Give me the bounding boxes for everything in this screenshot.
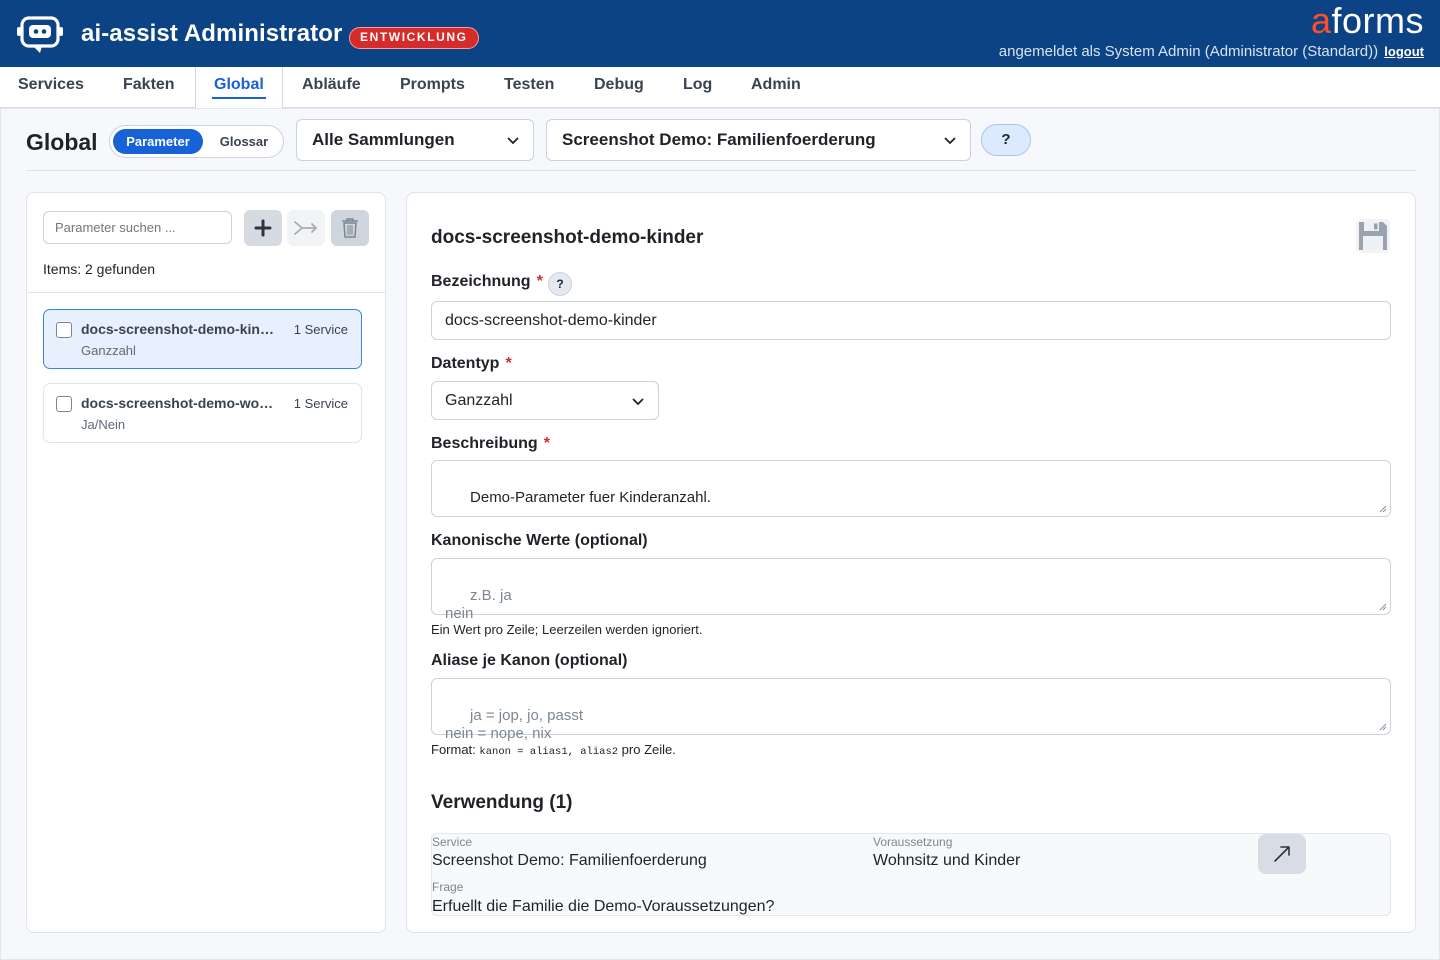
resize-handle-icon[interactable] bbox=[1379, 505, 1387, 513]
datentyp-label: Datentyp * bbox=[431, 355, 512, 373]
item-service-count: 1 Service bbox=[293, 322, 348, 337]
item-checkbox[interactable] bbox=[56, 322, 72, 338]
beschreibung-label-text: Beschreibung bbox=[431, 435, 538, 452]
alias-textarea[interactable]: ja = jop, jo, passt nein = nope, nix bbox=[431, 678, 1391, 742]
bezeichnung-help-button[interactable]: ? bbox=[548, 272, 572, 296]
alias-hint-suffix: pro Zeile. bbox=[621, 742, 676, 757]
parameter-search-input[interactable] bbox=[43, 211, 232, 244]
datentyp-select-value: Ganzzahl bbox=[445, 392, 513, 409]
delete-parameter-button[interactable] bbox=[331, 210, 369, 246]
parameter-list-panel: Items: 2 gefunden docs-screenshot-demo-k… bbox=[26, 192, 386, 933]
usage-title: Verwendung (1) bbox=[431, 792, 573, 813]
nav-tab-testen[interactable]: Testen bbox=[486, 67, 572, 108]
kanon-textarea[interactable]: z.B. ja nein bbox=[431, 558, 1391, 622]
parameter-detail-panel: docs-screenshot-demo-kinder Bezeichnung *… bbox=[406, 192, 1416, 933]
collection-select-value: Alle Sammlungen bbox=[312, 130, 455, 149]
datentyp-select[interactable]: Ganzzahl bbox=[431, 381, 659, 420]
top-header: ai-assist Administrator ENTWICKLUNG afor… bbox=[0, 0, 1440, 67]
usage-service-value: Screenshot Demo: Familienfoerderung bbox=[432, 852, 707, 869]
alias-hint-prefix: Format: bbox=[431, 742, 476, 757]
user-status: angemeldet als System Admin (Administrat… bbox=[999, 43, 1424, 60]
alias-hint-code: kanon = alias1, alias2 bbox=[479, 746, 619, 758]
datentyp-label-text: Datentyp bbox=[431, 355, 500, 372]
list-item[interactable]: docs-screenshot-demo-wohnsitz 1 Service … bbox=[43, 383, 362, 443]
required-marker: * bbox=[505, 355, 512, 372]
bezeichnung-field[interactable]: docs-screenshot-demo-kinder bbox=[431, 301, 1391, 340]
add-parameter-button[interactable] bbox=[244, 210, 282, 246]
usage-service-label: Service bbox=[432, 835, 473, 849]
required-marker: * bbox=[536, 273, 543, 290]
main-nav: Services Fakten Global Abläufe Prompts T… bbox=[0, 67, 1440, 109]
toolbar-divider bbox=[26, 170, 1416, 171]
brand-logo: aforms bbox=[1311, 0, 1424, 42]
toggle-glossar[interactable]: Glossar bbox=[206, 129, 282, 154]
robot-logo-icon bbox=[17, 16, 63, 53]
item-type: Ganzzahl bbox=[81, 343, 136, 358]
nav-tab-prompts[interactable]: Prompts bbox=[382, 67, 483, 108]
external-link-icon bbox=[1274, 846, 1290, 862]
merge-icon bbox=[294, 221, 317, 235]
chevron-down-icon bbox=[507, 137, 519, 145]
item-service-count: 1 Service bbox=[293, 396, 348, 411]
beschreibung-textarea[interactable]: Demo-Parameter fuer Kinderanzahl. bbox=[431, 460, 1391, 517]
beschreibung-value: Demo-Parameter fuer Kinderanzahl. bbox=[470, 489, 711, 506]
kanon-hint: Ein Wert pro Zeile; Leerzeilen werden ig… bbox=[431, 622, 703, 637]
bezeichnung-label: Bezeichnung * bbox=[431, 273, 543, 291]
service-select[interactable]: Screenshot Demo: Familienfoerderung bbox=[546, 119, 971, 161]
alias-label: Aliase je Kanon (optional) bbox=[431, 652, 628, 669]
beschreibung-label: Beschreibung * bbox=[431, 435, 550, 453]
logout-link[interactable]: logout bbox=[1384, 44, 1424, 59]
nav-tab-ablaeufe[interactable]: Abläufe bbox=[284, 67, 379, 108]
brand-logo-text: forms bbox=[1331, 0, 1424, 41]
app-title: ai-assist Administrator bbox=[81, 20, 343, 47]
save-icon[interactable] bbox=[1356, 219, 1390, 253]
user-status-text: angemeldet als System Admin (Administrat… bbox=[998, 43, 1379, 60]
open-usage-button[interactable] bbox=[1258, 834, 1306, 874]
alias-placeholder: ja = jop, jo, passt nein = nope, nix bbox=[445, 707, 583, 742]
collection-select[interactable]: Alle Sammlungen bbox=[296, 119, 534, 161]
item-type: Ja/Nein bbox=[81, 417, 126, 432]
nav-tab-global[interactable]: Global bbox=[195, 67, 283, 109]
nav-tab-fakten[interactable]: Fakten bbox=[105, 67, 193, 108]
environment-badge: ENTWICKLUNG bbox=[349, 27, 479, 49]
item-checkbox[interactable] bbox=[56, 396, 72, 412]
merge-parameter-button[interactable] bbox=[287, 210, 325, 246]
brand-logo-accent: a bbox=[1310, 0, 1332, 41]
kanon-label: Kanonische Werte (optional) bbox=[431, 532, 648, 549]
item-name: docs-screenshot-demo-wohnsitz bbox=[81, 395, 281, 411]
usage-frage-label: Frage bbox=[432, 880, 464, 894]
resize-handle-icon[interactable] bbox=[1379, 603, 1387, 611]
bezeichnung-label-text: Bezeichnung bbox=[431, 273, 531, 290]
usage-row: Service Screenshot Demo: Familienfoerder… bbox=[431, 833, 1391, 916]
resize-handle-icon[interactable] bbox=[1379, 723, 1387, 731]
view-toggle: Parameter Glossar bbox=[109, 125, 284, 158]
chevron-down-icon bbox=[944, 137, 956, 145]
alias-hint: Format: kanon = alias1, alias2 pro Zeile… bbox=[431, 742, 676, 758]
usage-voraussetzung-label: Voraussetzung bbox=[873, 835, 953, 849]
plus-icon bbox=[254, 219, 272, 237]
items-count: Items: 2 gefunden bbox=[43, 261, 156, 277]
usage-voraussetzung-value: Wohnsitz und Kinder bbox=[873, 852, 1021, 869]
usage-frage-value: Erfuellt die Familie die Demo-Voraussetz… bbox=[432, 898, 775, 915]
chevron-down-icon bbox=[632, 398, 644, 406]
page-title: Global bbox=[26, 129, 98, 155]
required-marker: * bbox=[543, 435, 550, 452]
trash-icon bbox=[342, 218, 358, 238]
nav-tab-services[interactable]: Services bbox=[0, 67, 102, 108]
help-button[interactable]: ? bbox=[981, 124, 1031, 156]
content-area: Global Parameter Glossar Alle Sammlungen… bbox=[0, 108, 1440, 960]
toggle-parameter[interactable]: Parameter bbox=[113, 129, 203, 154]
list-item[interactable]: docs-screenshot-demo-kinder 1 Service Ga… bbox=[43, 309, 362, 369]
item-name: docs-screenshot-demo-kinder bbox=[81, 321, 281, 337]
nav-tab-debug[interactable]: Debug bbox=[576, 67, 662, 108]
list-divider bbox=[27, 292, 385, 293]
nav-tab-log[interactable]: Log bbox=[665, 67, 730, 108]
service-select-value: Screenshot Demo: Familienfoerderung bbox=[562, 130, 876, 149]
kanon-placeholder: z.B. ja nein bbox=[445, 587, 512, 622]
nav-tab-admin[interactable]: Admin bbox=[733, 67, 819, 108]
detail-title: docs-screenshot-demo-kinder bbox=[431, 227, 704, 248]
